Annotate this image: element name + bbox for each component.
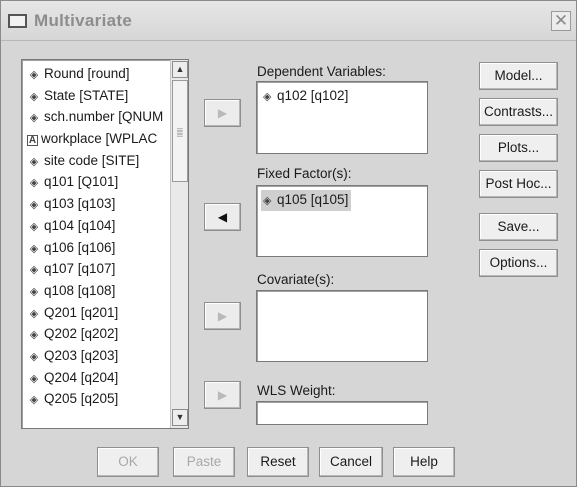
scale-icon: ◈ bbox=[29, 394, 39, 407]
model-button[interactable]: Model... bbox=[479, 62, 558, 90]
scale-icon: ◈ bbox=[29, 155, 39, 168]
window-icon bbox=[8, 14, 27, 28]
scale-icon: ◈ bbox=[29, 285, 39, 298]
contrasts-button[interactable]: Contrasts... bbox=[479, 98, 558, 126]
variable-list-item[interactable]: Aworkplace [WPLAC bbox=[22, 128, 170, 150]
variable-list-item[interactable]: ◈ Q204 [q204] bbox=[22, 367, 170, 389]
scale-icon: ◈ bbox=[263, 195, 272, 207]
variable-list-item[interactable]: ◈ Q205 [q205] bbox=[22, 388, 170, 410]
ok-button[interactable]: OK bbox=[97, 447, 159, 477]
window-title: Multivariate bbox=[34, 11, 133, 30]
multivariate-dialog: Multivariate ✕ ◈ Round [round] ◈ State [STA… bbox=[0, 0, 577, 487]
close-button[interactable]: ✕ bbox=[551, 11, 571, 31]
variable-label: site code [SITE] bbox=[44, 152, 140, 168]
cancel-button[interactable]: Cancel bbox=[319, 447, 383, 477]
variable-list-item[interactable]: ◈ q103 [q103] bbox=[22, 193, 170, 215]
dependent-variables-label: Dependent Variables: bbox=[257, 64, 386, 79]
fixed-factors-box[interactable]: ◈ q105 [q105] bbox=[256, 185, 428, 257]
variable-label: workplace [WPLAC bbox=[41, 131, 158, 147]
dependent-variable-item[interactable]: ◈ q102 [q102] bbox=[261, 86, 351, 107]
help-button[interactable]: Help bbox=[393, 447, 455, 477]
variable-list-item[interactable]: ◈ q108 [q108] bbox=[22, 280, 170, 302]
wls-weight-field[interactable] bbox=[256, 401, 428, 425]
reset-button[interactable]: Reset bbox=[247, 447, 309, 477]
scale-icon: ◈ bbox=[29, 90, 39, 103]
scroll-grip-icon: ═ ═ ═ bbox=[177, 125, 183, 140]
scale-icon: ◈ bbox=[263, 91, 272, 103]
scale-icon: ◈ bbox=[29, 112, 39, 125]
variable-list-item[interactable]: ◈ State [STATE] bbox=[22, 85, 170, 107]
variable-label: Q204 [q204] bbox=[44, 369, 119, 385]
plots-button[interactable]: Plots... bbox=[479, 134, 558, 162]
variable-list-item[interactable]: ◈ q106 [q106] bbox=[22, 237, 170, 259]
scale-icon: ◈ bbox=[29, 220, 39, 233]
variable-label: q108 [q108] bbox=[44, 282, 116, 298]
wls-weight-label: WLS Weight: bbox=[257, 383, 336, 398]
scale-icon: ◈ bbox=[29, 199, 39, 212]
fixed-factors-label: Fixed Factor(s): bbox=[257, 166, 352, 181]
scale-icon: ◈ bbox=[29, 177, 39, 190]
scroll-thumb[interactable]: ═ ═ ═ bbox=[172, 80, 188, 182]
variable-label: State [STATE] bbox=[44, 87, 129, 103]
move-to-covariate-button[interactable]: ▶ bbox=[204, 302, 241, 330]
scale-icon: ◈ bbox=[29, 69, 39, 81]
variable-label: Q202 [q202] bbox=[44, 326, 119, 342]
variable-list-item[interactable]: ◈ Q201 [q201] bbox=[22, 302, 170, 324]
save-button[interactable]: Save... bbox=[479, 213, 558, 241]
variable-list-item[interactable]: ◈ Q202 [q202] bbox=[22, 323, 170, 345]
variable-items: ◈ Round [round] ◈ State [STATE] ◈ sch.number … bbox=[22, 63, 170, 410]
variable-list-item[interactable]: ◈ q104 [q104] bbox=[22, 215, 170, 237]
variable-list-item[interactable]: ◈ Q203 [q203] bbox=[22, 345, 170, 367]
scale-icon: ◈ bbox=[29, 264, 39, 277]
variable-label: q101 [Q101] bbox=[44, 174, 119, 190]
variable-list-item[interactable]: ◈ sch.number [QNUM bbox=[22, 106, 170, 128]
dependent-variables-box[interactable]: ◈ q102 [q102] bbox=[256, 81, 428, 154]
covariates-label: Covariate(s): bbox=[257, 272, 335, 287]
scroll-down-button[interactable]: ▼ bbox=[172, 409, 188, 426]
scale-icon: ◈ bbox=[29, 307, 39, 320]
variable-list-item[interactable]: ◈ q101 [Q101] bbox=[22, 171, 170, 193]
variable-list-item[interactable]: ◈ site code [SITE] bbox=[22, 150, 170, 172]
variable-list-item[interactable]: ◈ Round [round] bbox=[22, 63, 170, 85]
covariates-box[interactable] bbox=[256, 290, 428, 362]
variable-label: Q205 [q205] bbox=[44, 391, 119, 407]
nominal-string-icon: A bbox=[27, 135, 38, 147]
scale-icon: ◈ bbox=[29, 350, 39, 363]
variable-label: q103 [q103] bbox=[44, 196, 116, 212]
options-button[interactable]: Options... bbox=[479, 249, 558, 277]
scale-icon: ◈ bbox=[29, 372, 39, 385]
variable-label: Q201 [q201] bbox=[44, 304, 119, 320]
paste-button[interactable]: Paste bbox=[173, 447, 235, 477]
scale-icon: ◈ bbox=[29, 242, 39, 255]
vertical-scrollbar[interactable]: ▲ ═ ═ ═ ▼ bbox=[170, 60, 188, 428]
scroll-up-button[interactable]: ▲ bbox=[172, 61, 188, 78]
title-bar[interactable]: Multivariate ✕ bbox=[1, 1, 576, 41]
scale-icon: ◈ bbox=[29, 329, 39, 342]
move-to-wls-weight-button[interactable]: ▶ bbox=[204, 381, 241, 409]
variable-label: Round [round] bbox=[44, 66, 130, 81]
variable-label: sch.number [QNUM bbox=[44, 109, 164, 125]
post-hoc-button[interactable]: Post Hoc... bbox=[479, 170, 558, 198]
variable-list[interactable]: ◈ Round [round] ◈ State [STATE] ◈ sch.number … bbox=[21, 59, 189, 429]
variable-list-item[interactable]: ◈ q107 [q107] bbox=[22, 258, 170, 280]
variable-label: q106 [q106] bbox=[44, 239, 116, 255]
variable-label: Q203 [q203] bbox=[44, 347, 119, 363]
fixed-factor-item[interactable]: ◈ q105 [q105] bbox=[261, 190, 352, 211]
move-to-fixed-factor-button[interactable]: ◀ bbox=[204, 203, 241, 231]
variable-label: q107 [q107] bbox=[44, 261, 116, 277]
variable-label: q104 [q104] bbox=[44, 217, 116, 233]
move-to-dependent-button[interactable]: ▶ bbox=[204, 99, 241, 127]
